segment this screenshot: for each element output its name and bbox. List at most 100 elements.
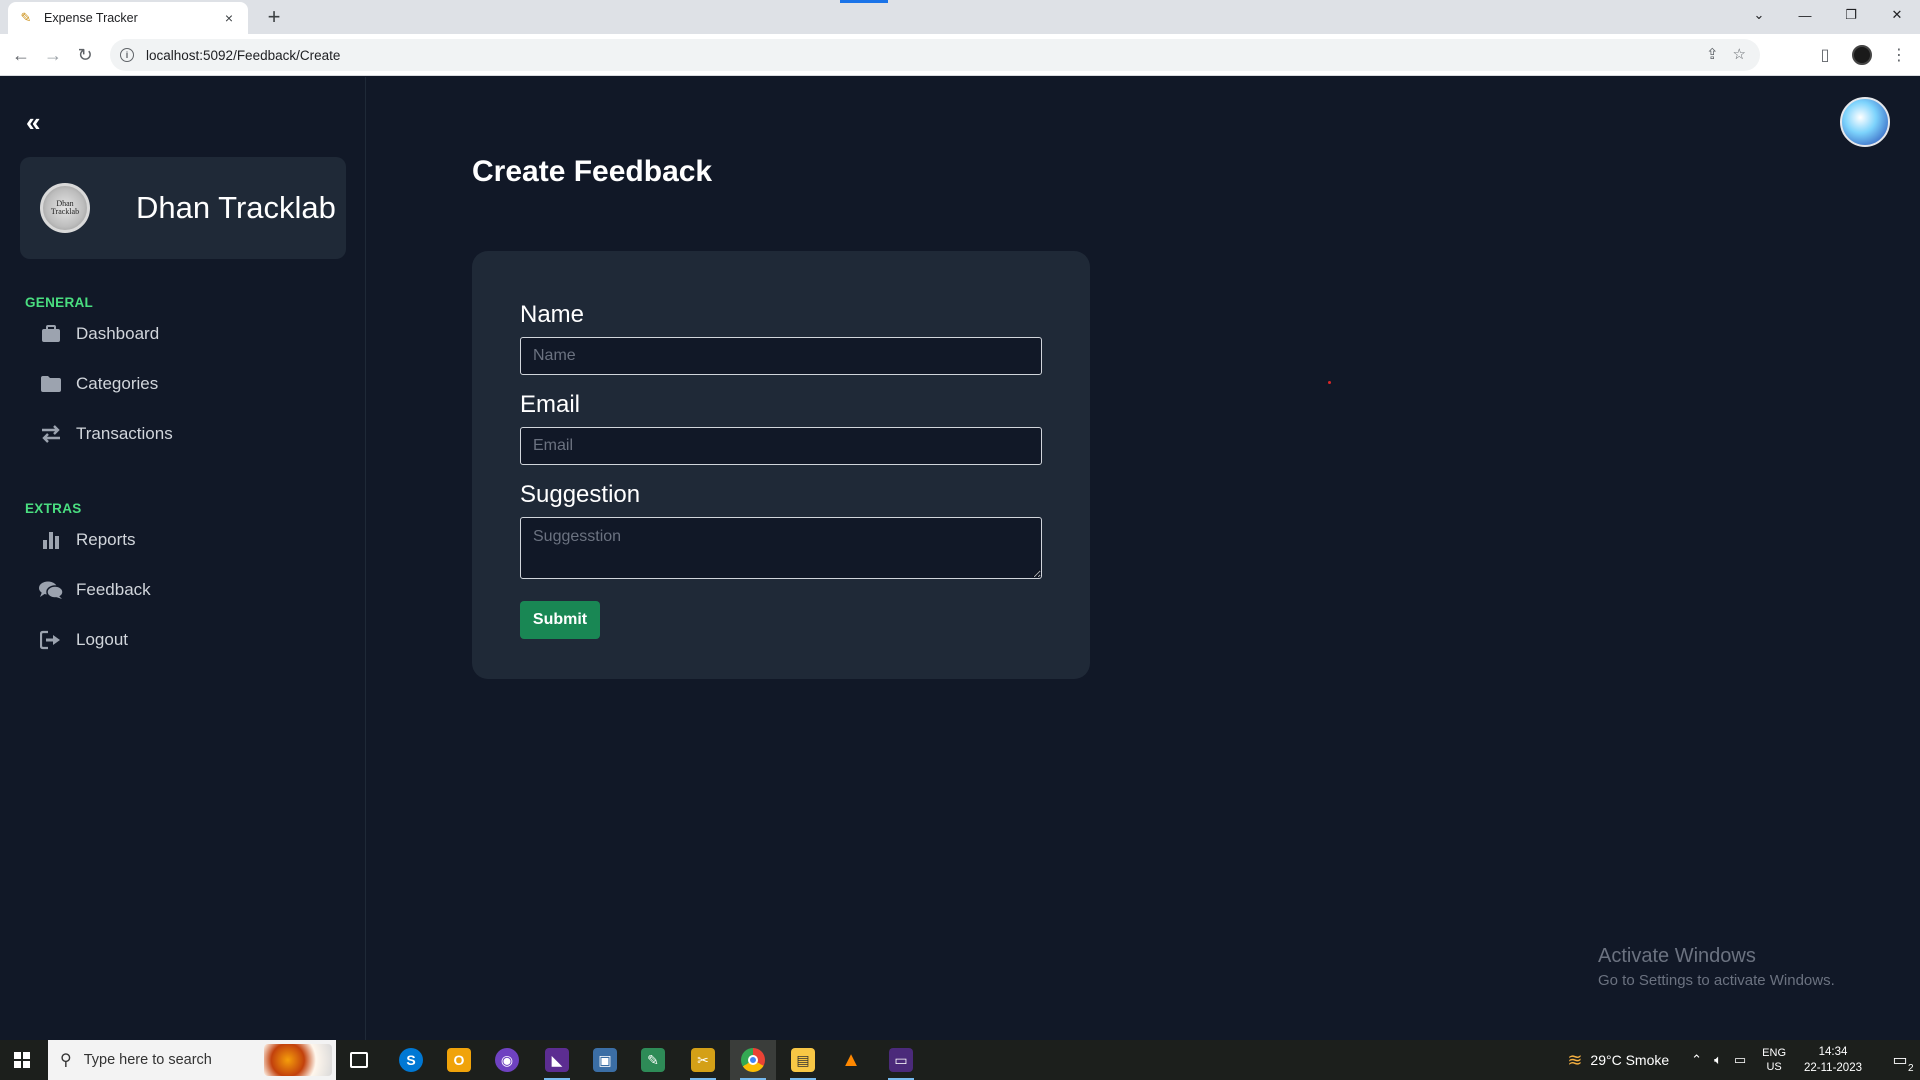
windows-logo-icon: [14, 1052, 30, 1068]
arrows-exchange-icon: [38, 423, 64, 445]
visual-studio-icon[interactable]: ◣: [534, 1040, 580, 1080]
task-view-icon[interactable]: [336, 1040, 382, 1080]
email-label: Email: [520, 391, 581, 418]
sidebar-item-dashboard[interactable]: Dashboard: [38, 319, 159, 349]
volume-icon[interactable]: 🔈︎: [1714, 1052, 1722, 1068]
suggestion-textarea[interactable]: [520, 517, 1042, 579]
weather-widget[interactable]: ≋ 29°C Smoke: [1567, 1050, 1669, 1071]
close-window-button[interactable]: ✕: [1874, 0, 1920, 30]
omnibox-actions: ⇪ ☆: [1706, 45, 1746, 63]
skype-icon[interactable]: S: [388, 1040, 434, 1080]
address-bar[interactable]: i localhost:5092/Feedback/Create ⇪ ☆: [110, 39, 1760, 71]
search-icon: ⚲: [60, 1052, 72, 1069]
sidebar-item-transactions[interactable]: Transactions: [38, 419, 173, 449]
suggestion-label: Suggestion: [520, 481, 641, 508]
sidebar-item-label: Logout: [76, 630, 128, 649]
notification-center-icon[interactable]: ▭ 2: [1880, 1040, 1920, 1080]
remote-desktop-icon[interactable]: ▣: [582, 1040, 628, 1080]
sidebar: « Dhan Tracklab Dhan Tracklab GENERAL Da…: [0, 77, 366, 1040]
profile-avatar-icon[interactable]: [1852, 45, 1872, 65]
brand-logo: Dhan Tracklab: [40, 183, 90, 233]
toolbar-actions: ▯ ⋮: [1814, 40, 1910, 70]
user-avatar[interactable]: [1840, 97, 1890, 147]
name-input[interactable]: [520, 337, 1042, 375]
site-info-icon[interactable]: i: [120, 48, 134, 62]
chrome-icon[interactable]: [730, 1040, 776, 1080]
bookmark-star-icon[interactable]: ☆: [1733, 45, 1746, 63]
submit-button[interactable]: Submit: [520, 601, 600, 639]
search-highlight-image: [264, 1044, 332, 1076]
window-controls: ⌄ — ❐ ✕: [1736, 0, 1920, 30]
vlc-icon[interactable]: ▲: [828, 1040, 874, 1080]
start-button[interactable]: [0, 1040, 44, 1080]
outlook-icon[interactable]: O: [436, 1040, 482, 1080]
tray-icons: ⌃ 🔈︎ ▭: [1691, 1052, 1746, 1068]
sidebar-item-logout[interactable]: Logout: [38, 625, 128, 655]
sidebar-item-label: Dashboard: [76, 324, 160, 343]
sidebar-item-label: Transactions: [76, 424, 173, 443]
browser-toolbar: ← → ↻ i localhost:5092/Feedback/Create ⇪…: [0, 34, 1920, 76]
collapse-sidebar-icon[interactable]: «: [26, 107, 40, 138]
minimize-button[interactable]: —: [1782, 0, 1828, 30]
clock-date: 22-11-2023: [1804, 1062, 1862, 1074]
sidebar-item-categories[interactable]: Categories: [38, 369, 158, 399]
folder-icon: [38, 373, 64, 395]
brand-name: Dhan Tracklab: [136, 190, 336, 225]
reload-icon[interactable]: ↻: [70, 40, 100, 70]
terminal-icon[interactable]: ▭: [878, 1040, 924, 1080]
feedback-form: Name Email Suggestion Submit: [472, 251, 1090, 679]
lang-bottom: US: [1766, 1061, 1782, 1073]
cursor-dot: [1328, 381, 1331, 384]
github-desktop-icon[interactable]: ◉: [484, 1040, 530, 1080]
new-tab-button[interactable]: +: [260, 4, 288, 32]
sidebar-item-label: Categories: [76, 374, 159, 393]
brand-card: Dhan Tracklab Dhan Tracklab: [20, 157, 346, 259]
watermark-title: Activate Windows: [1598, 945, 1756, 967]
logout-icon: [38, 629, 64, 651]
share-icon[interactable]: ⇪: [1706, 45, 1719, 63]
sidebar-item-feedback[interactable]: Feedback: [38, 575, 151, 605]
restore-button[interactable]: ❐: [1828, 0, 1874, 30]
forward-icon[interactable]: →: [38, 40, 68, 70]
sidebar-item-reports[interactable]: Reports: [38, 525, 136, 555]
system-tray: ≋ 29°C Smoke ⌃ 🔈︎ ▭ ENG US 14:34 22-11-2…: [1567, 1040, 1920, 1080]
chevron-up-icon[interactable]: ⌃: [1691, 1052, 1702, 1068]
search-placeholder: Type here to search: [83, 1052, 212, 1068]
address-url[interactable]: localhost:5092/Feedback/Create: [146, 48, 340, 63]
watermark-subtitle: Go to Settings to activate Windows.: [1598, 972, 1835, 989]
app-root: « Dhan Tracklab Dhan Tracklab GENERAL Da…: [0, 77, 1920, 1040]
tab-title: Expense Tracker: [44, 11, 138, 25]
menu-kebab-icon[interactable]: ⋮: [1888, 40, 1910, 70]
weather-text: 29°C Smoke: [1590, 1052, 1670, 1068]
tab-loading-indicator: [840, 0, 888, 3]
tab-close-icon[interactable]: ×: [220, 10, 238, 26]
page-title: Create Feedback: [472, 155, 713, 188]
file-explorer-icon[interactable]: ▤: [780, 1040, 826, 1080]
back-icon[interactable]: ←: [6, 40, 36, 70]
taskbar-search[interactable]: ⚲ Type here to search: [48, 1040, 336, 1080]
briefcase-icon: [38, 323, 64, 345]
language-indicator[interactable]: ENG US: [1762, 1046, 1786, 1074]
browser-tab-strip: ✎ Expense Tracker × + ⌄ — ❐ ✕: [0, 0, 1920, 34]
haze-weather-icon: ≋: [1567, 1049, 1583, 1070]
network-icon[interactable]: ▭: [1734, 1052, 1746, 1068]
tab-search-icon[interactable]: ⌄: [1736, 0, 1782, 30]
tab-favicon-icon: ✎: [20, 10, 32, 25]
activate-windows-watermark: Activate Windows Go to Settings to activ…: [1598, 945, 1835, 989]
lang-top: ENG: [1762, 1047, 1787, 1059]
sidebar-item-label: Reports: [76, 530, 136, 549]
snipping-tool-icon[interactable]: ✂: [680, 1040, 726, 1080]
email-input[interactable]: [520, 427, 1042, 465]
notification-count: 2: [1908, 1063, 1914, 1074]
comments-icon: [38, 579, 64, 601]
clock[interactable]: 14:34 22-11-2023: [1804, 1044, 1862, 1076]
section-label-extras: EXTRAS: [25, 501, 82, 516]
side-panel-icon[interactable]: ▯: [1814, 40, 1836, 70]
windows-taskbar: ⚲ Type here to search S O ◉ ◣ ▣ ✎ ✂ ▤ ▲ …: [0, 1040, 1920, 1080]
notepad-icon[interactable]: ✎: [630, 1040, 676, 1080]
bar-chart-icon: [38, 529, 64, 551]
section-label-general: GENERAL: [25, 295, 94, 310]
clock-time: 14:34: [1818, 1046, 1848, 1058]
browser-tab[interactable]: ✎ Expense Tracker ×: [8, 2, 248, 34]
sidebar-item-label: Feedback: [76, 580, 151, 599]
